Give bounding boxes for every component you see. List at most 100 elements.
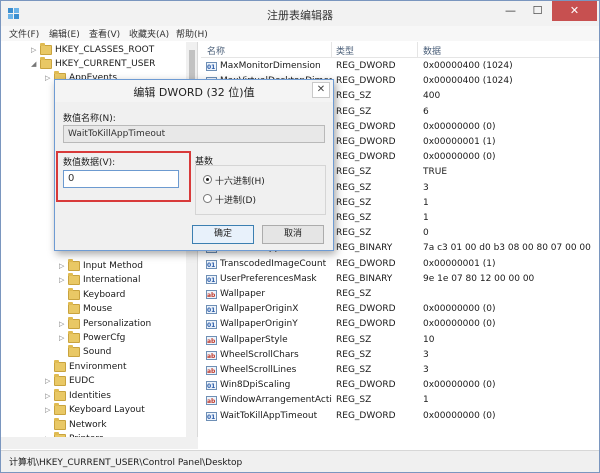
tree-item[interactable]: ▷ EUDC — [1, 374, 186, 388]
tree-expander-icon[interactable]: ▷ — [59, 317, 68, 331]
folder-icon — [54, 403, 66, 415]
tree-item[interactable]: ▷ Input Method — [1, 259, 186, 273]
value-data: 3 — [423, 349, 429, 360]
tree-item-label: Keyboard — [83, 290, 126, 300]
tree-item[interactable]: ▷ Identities — [1, 389, 186, 403]
tree-item[interactable]: ▷ Keyboard Layout — [1, 403, 186, 417]
value-data: 3 — [423, 365, 429, 375]
tree-expander-icon[interactable]: ▷ — [45, 71, 54, 85]
tree-item[interactable]: Network — [1, 418, 186, 432]
value-data: 3 — [423, 182, 429, 193]
binary-value-icon — [206, 258, 217, 273]
value-data: 0x00000000 (0) — [423, 380, 496, 391]
tree-expander-icon[interactable]: ▷ — [31, 43, 40, 57]
folder-icon — [68, 345, 80, 357]
tree-item-label: Identities — [69, 391, 111, 401]
folder-icon — [40, 43, 52, 55]
value-data: 0 — [423, 228, 429, 239]
value-data-input[interactable]: 0 — [63, 170, 179, 188]
value-type: REG_DWORD — [336, 258, 396, 269]
header-divider[interactable] — [331, 42, 332, 58]
binary-value-icon — [206, 303, 217, 318]
menu-edit[interactable]: 编辑(E) — [49, 27, 80, 40]
value-row[interactable]: WallpaperStyle REG_SZ 10 — [201, 333, 599, 349]
tree-expander-icon[interactable]: ◢ — [31, 57, 40, 71]
value-name: WheelScrollLines — [220, 365, 297, 375]
tree-expander-icon[interactable]: ▷ — [59, 273, 68, 287]
tree-horizontal-scrollbar[interactable] — [1, 437, 198, 449]
folder-icon — [40, 57, 52, 69]
header-divider[interactable] — [417, 42, 418, 58]
header-name[interactable]: 名称 — [207, 44, 225, 57]
close-button[interactable]: ✕ — [552, 1, 597, 21]
hex-radio-label[interactable]: 十六进制(H) — [215, 174, 265, 187]
value-row[interactable]: MaxMonitorDimension REG_DWORD 0x00000400 (… — [201, 59, 599, 75]
value-type: REG_SZ — [336, 349, 372, 360]
value-row[interactable]: UserPreferencesMask REG_BINARY 9e 1e 07 80… — [201, 272, 599, 288]
value-type: REG_SZ — [336, 91, 372, 102]
tree-item[interactable]: ◢ HKEY_CURRENT_USER — [1, 57, 186, 71]
tree-expander-icon[interactable]: ▷ — [59, 259, 68, 273]
dec-radio-label[interactable]: 十进制(D) — [215, 193, 256, 206]
value-row[interactable]: WheelScrollLines REG_SZ 3 — [201, 363, 599, 379]
value-data: 0x00000001 (1) — [423, 258, 496, 269]
minimize-button[interactable]: — — [497, 1, 524, 21]
folder-icon — [68, 331, 80, 343]
tree-expander-icon[interactable]: ▷ — [45, 374, 54, 388]
folder-icon — [68, 302, 80, 314]
menu-favorites[interactable]: 收藏夹(A) — [129, 27, 169, 40]
value-type: REG_SZ — [336, 395, 372, 406]
dialog-close-button[interactable]: ✕ — [312, 82, 330, 98]
ok-button[interactable]: 确定 — [192, 225, 254, 244]
tree-item[interactable]: ▷ HKEY_CLASSES_ROOT — [1, 43, 186, 57]
value-row[interactable]: WallpaperOriginX REG_DWORD 0x00000000 (0) — [201, 302, 599, 318]
tree-item[interactable]: Environment — [1, 360, 186, 374]
value-row[interactable]: Win8DpiScaling REG_DWORD 0x00000000 (0) — [201, 378, 599, 394]
tree-expander-icon[interactable]: ▷ — [45, 403, 54, 417]
dialog-title-bar[interactable]: 编辑 DWORD (32 位)值 ✕ — [55, 80, 333, 102]
dec-radio[interactable] — [203, 194, 212, 203]
value-type: REG_SZ — [336, 213, 372, 223]
value-data: 9e 1e 07 80 12 00 00 00 — [423, 273, 535, 284]
tree-item[interactable]: Sound — [1, 345, 186, 359]
string-value-icon — [206, 349, 217, 364]
tree-item[interactable]: ▷ Personalization — [1, 317, 186, 331]
value-type: REG_SZ — [336, 289, 372, 299]
value-data: 1 — [423, 197, 429, 208]
value-name: WheelScrollChars — [220, 349, 299, 360]
value-row[interactable]: TranscodedImageCount REG_DWORD 0x00000001 … — [201, 257, 599, 273]
menu-view[interactable]: 查看(V) — [89, 27, 120, 40]
menu-help[interactable]: 帮助(H) — [176, 27, 208, 40]
value-data: 0x00000000 (0) — [423, 304, 496, 315]
value-row[interactable]: Wallpaper REG_SZ — [201, 287, 599, 303]
base-group — [195, 165, 326, 215]
value-row[interactable]: WheelScrollChars REG_SZ 3 — [201, 348, 599, 364]
hex-radio[interactable] — [203, 175, 212, 184]
tree-expander-icon[interactable]: ▷ — [45, 389, 54, 403]
tree-item[interactable]: ▷ International — [1, 273, 186, 287]
dialog-title: 编辑 DWORD (32 位)值 — [133, 86, 255, 99]
tree-item[interactable]: ▷ PowerCfg — [1, 331, 186, 345]
tree-item-label: Environment — [69, 362, 127, 372]
header-type[interactable]: 类型 — [336, 44, 354, 57]
value-data: 1 — [423, 395, 429, 406]
string-value-icon — [206, 394, 217, 409]
tree-expander-icon[interactable]: ▷ — [59, 331, 68, 345]
cancel-button[interactable]: 取消 — [262, 225, 324, 244]
title-bar[interactable]: 注册表编辑器 — ☐ ✕ — [1, 1, 599, 26]
value-row[interactable]: WaitToKillAppTimeout REG_DWORD 0x00000000 … — [201, 409, 599, 425]
value-type: REG_DWORD — [336, 61, 396, 71]
menu-file[interactable]: 文件(F) — [9, 27, 39, 40]
header-data[interactable]: 数据 — [423, 44, 441, 57]
value-data: 0x00000000 (0) — [423, 121, 496, 132]
tree-item-label: HKEY_CURRENT_USER — [55, 59, 156, 69]
value-row[interactable]: WindowArrangementActi... REG_SZ 1 — [201, 393, 599, 409]
tree-item-label: Network — [69, 420, 107, 430]
value-type: REG_SZ — [336, 106, 372, 117]
maximize-button[interactable]: ☐ — [524, 1, 551, 21]
value-data: 1 — [423, 213, 429, 223]
tree-item[interactable]: Mouse — [1, 302, 186, 316]
value-name: WallpaperStyle — [220, 334, 288, 345]
tree-item[interactable]: Keyboard — [1, 288, 186, 302]
value-row[interactable]: WallpaperOriginY REG_DWORD 0x00000000 (0) — [201, 317, 599, 333]
